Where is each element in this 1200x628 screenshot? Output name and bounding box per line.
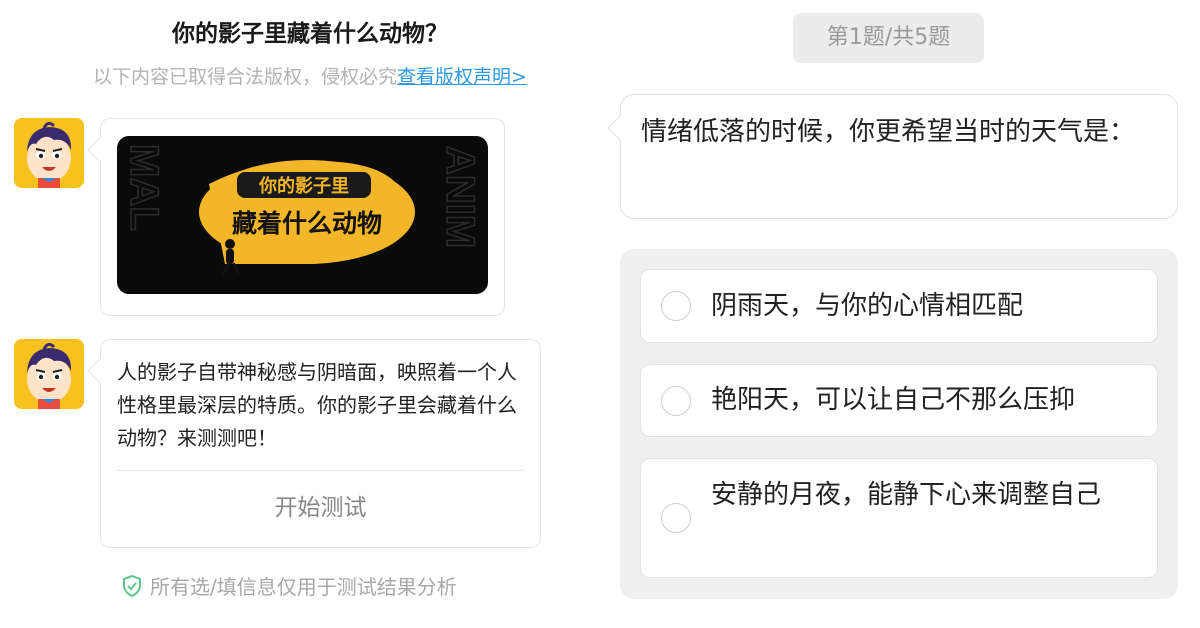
answer-option-label: 艳阳天，可以让自己不那么压抑 bbox=[711, 385, 1076, 415]
cover-side-right: ANIM bbox=[438, 146, 482, 248]
cover-image: MAL ANIM 你的影子里 藏着什么动物 bbox=[117, 136, 488, 294]
cover-line2: 藏着什么动物 bbox=[232, 209, 382, 238]
copyright-link[interactable]: 查看版权声明> bbox=[397, 66, 527, 88]
quiz-title: 你的影子里藏着什么动物？ bbox=[172, 21, 448, 47]
cartoon-boy-icon bbox=[14, 118, 84, 188]
divider bbox=[117, 470, 524, 471]
radio-button-icon[interactable] bbox=[661, 291, 691, 321]
question-progress-badge: 第1题/共5题 bbox=[793, 13, 984, 63]
answer-option-label: 安静的月夜，能静下心来调整自己 bbox=[711, 480, 1102, 510]
radio-button-icon[interactable] bbox=[661, 386, 691, 416]
cover-message-bubble: MAL ANIM 你的影子里 藏着什么动物 bbox=[87, 118, 505, 316]
privacy-note: 所有选/填信息仅用于测试结果分析 bbox=[120, 571, 457, 603]
radio-button-icon[interactable] bbox=[661, 503, 691, 533]
copyright-notice: 以下内容已取得合法版权，侵权必究查看版权声明> bbox=[0, 62, 620, 89]
intro-text: 人的影子自带神秘感与阴暗面，映照着一个人性格里最深层的特质。你的影子里会藏着什么… bbox=[117, 360, 517, 450]
question-bubble: 情绪低落的时候，你更希望当时的天气是： bbox=[607, 94, 1178, 219]
answer-option[interactable]: 安静的月夜，能静下心来调整自己 bbox=[640, 458, 1158, 578]
answer-option-label: 阴雨天，与你的心情相匹配 bbox=[711, 291, 1024, 321]
avatar bbox=[14, 339, 84, 409]
copyright-text: 以下内容已取得合法版权，侵权必究 bbox=[93, 66, 398, 88]
cartoon-boy-icon bbox=[14, 339, 84, 409]
question-text: 情绪低落的时候，你更希望当时的天气是： bbox=[641, 117, 1136, 147]
start-test-button[interactable]: 开始测试 bbox=[101, 480, 540, 536]
privacy-text: 所有选/填信息仅用于测试结果分析 bbox=[150, 575, 457, 599]
options-panel: 阴雨天，与你的心情相匹配 艳阳天，可以让自己不那么压抑 安静的月夜，能静下心来调… bbox=[620, 249, 1178, 599]
cover-line1: 你的影子里 bbox=[258, 175, 349, 197]
cover-side-left: MAL bbox=[122, 144, 166, 231]
avatar bbox=[14, 118, 84, 188]
intro-message-bubble: 人的影子自带神秘感与阴暗面，映照着一个人性格里最深层的特质。你的影子里会藏着什么… bbox=[87, 339, 541, 548]
answer-option[interactable]: 阴雨天，与你的心情相匹配 bbox=[640, 269, 1158, 343]
answer-option[interactable]: 艳阳天，可以让自己不那么压抑 bbox=[640, 364, 1158, 437]
shield-check-icon bbox=[120, 574, 144, 603]
